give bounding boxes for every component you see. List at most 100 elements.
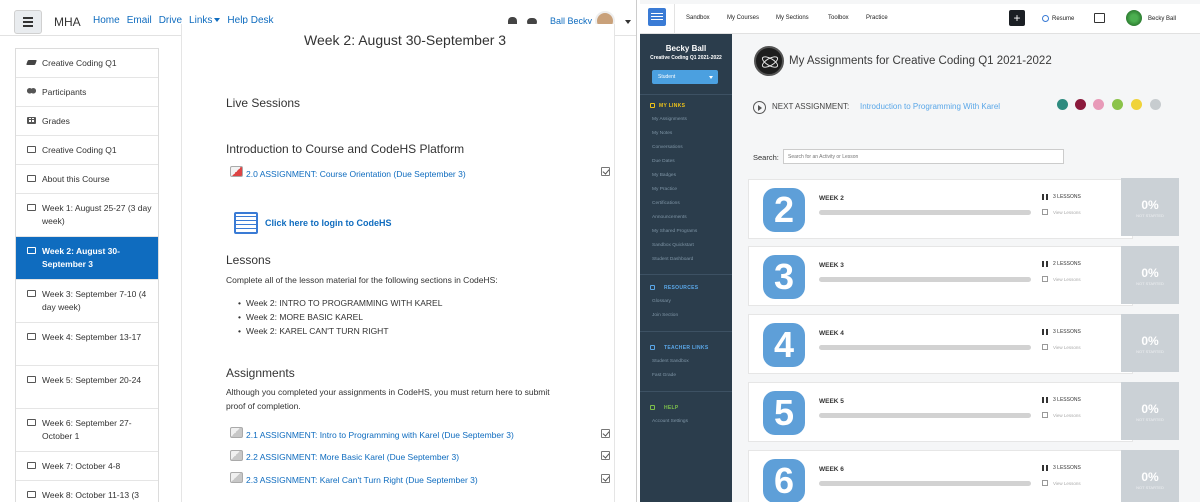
create-button[interactable]: + — [1009, 10, 1025, 26]
sidebar-item-participants[interactable]: Participants — [16, 78, 158, 107]
nav-drive[interactable]: Drive — [159, 15, 182, 26]
assignments-text: proof of completion. — [226, 401, 301, 411]
sidebar-item-label: Week 3: September 7-10 (4 day week) — [42, 289, 147, 312]
divider — [640, 274, 732, 275]
codehs-topbar: Sandbox My Courses My Sections Toolbox P… — [640, 4, 1200, 34]
theme-color-dot[interactable] — [1093, 99, 1104, 110]
lesson-count: 3 LESSONS — [1053, 194, 1081, 200]
sidebar-item-student-sandbox[interactable]: Student Sandbox — [652, 359, 689, 364]
role-select[interactable]: Student — [652, 70, 718, 84]
theme-color-dot[interactable] — [1075, 99, 1086, 110]
course-content: Week 2: August 30-September 3 Live Sessi… — [181, 24, 615, 502]
nav-email[interactable]: Email — [127, 15, 152, 26]
site-brand[interactable]: MHA — [54, 15, 81, 29]
sidebar-item-announcements[interactable]: Announcements — [652, 215, 687, 220]
sidebar-item-section[interactable]: Week 4: September 13-17 — [16, 323, 158, 366]
sidebar-item-grades[interactable]: Grades — [16, 107, 158, 136]
page-title: Week 2: August 30-September 3 — [304, 32, 507, 48]
sidebar-item-section[interactable]: Week 3: September 7-10 (4 day week) — [16, 280, 158, 323]
assignment-link[interactable]: 2.2 ASSIGNMENT: More Basic Karel (Due Se… — [246, 452, 459, 462]
sidebar-item-my-badges[interactable]: My Badges — [652, 173, 676, 178]
nav-sandbox[interactable]: Sandbox — [686, 15, 710, 21]
view-lessons-link[interactable]: View Lessons — [1053, 413, 1081, 418]
list-item: Week 2: INTRO TO PROGRAMMING WITH KAREL — [238, 296, 442, 310]
theme-color-dot[interactable] — [1112, 99, 1123, 110]
sidebar-item-section-active[interactable]: Week 2: August 30-September 3 — [16, 237, 158, 280]
progress-percent: 0% — [1141, 402, 1159, 416]
sidebar-item-section[interactable]: Week 8: October 11-13 (3 — [16, 481, 158, 502]
assignment-link[interactable]: 2.1 ASSIGNMENT: Intro to Programming wit… — [246, 430, 514, 440]
nav-toolbox[interactable]: Toolbox — [828, 15, 849, 21]
sidebar-item-section[interactable]: Week 6: September 27-October 1 — [16, 409, 158, 452]
unit-progress-box: 0% NOT STARTED — [1121, 382, 1179, 440]
sidebar-item-my-notes[interactable]: My Notes — [652, 131, 672, 136]
sidebar-item-my-assignments[interactable]: My Assignments — [652, 117, 687, 122]
theme-color-dot[interactable] — [1150, 99, 1161, 110]
progress-percent: 0% — [1141, 198, 1159, 212]
view-lessons-link[interactable]: View Lessons — [1053, 345, 1081, 350]
orientation-assignment-link[interactable]: 2.0 ASSIGNMENT: Course Orientation (Due … — [246, 169, 466, 179]
view-lessons-link[interactable]: View Lessons — [1053, 210, 1081, 215]
completion-checkbox[interactable] — [601, 167, 610, 176]
sidebar-item-account-settings[interactable]: Account Settings — [652, 419, 688, 424]
sidebar-item-course[interactable]: Creative Coding Q1 — [16, 49, 158, 78]
play-icon — [1042, 15, 1049, 22]
sidebar-item-section[interactable]: Week 7: October 4-8 — [16, 452, 158, 481]
sidebar-item-my-practice[interactable]: My Practice — [652, 187, 677, 192]
completion-checkbox[interactable] — [601, 429, 610, 438]
completion-checkbox[interactable] — [601, 451, 610, 460]
sidebar-item-sandbox-quickstart[interactable]: Sandbox Quickstart — [652, 243, 694, 248]
sidebar-item-section[interactable]: Week 1: August 25-27 (3 day week) — [16, 194, 158, 237]
codehs-login-link[interactable]: Click here to login to CodeHS — [265, 218, 392, 228]
unit-card[interactable]: 3 WEEK 3 2 LESSONS View Lessons — [748, 246, 1133, 306]
codehs-logo-icon[interactable] — [648, 8, 666, 26]
sidebar-item-section[interactable]: Creative Coding Q1 — [16, 136, 158, 165]
unit-title: WEEK 5 — [819, 398, 844, 405]
assignments-text: Although you completed your assignments … — [226, 387, 550, 397]
chevron-down-icon[interactable] — [625, 20, 631, 24]
sidebar-item-due-dates[interactable]: Due Dates — [652, 159, 675, 164]
menu-toggle-button[interactable] — [14, 10, 42, 34]
theme-color-dot[interactable] — [1131, 99, 1142, 110]
codehs-logo-icon[interactable] — [234, 212, 258, 234]
unit-progress-box: 0% NOT STARTED — [1121, 246, 1179, 304]
sidebar-item-shared-programs[interactable]: My Shared Programs — [652, 229, 697, 234]
play-circle-icon[interactable] — [753, 101, 766, 114]
list-item: Week 2: KAREL CAN'T TURN RIGHT — [238, 324, 442, 338]
progress-bar — [819, 413, 1031, 418]
help-icon — [650, 405, 655, 410]
nav-my-sections[interactable]: My Sections — [776, 15, 809, 21]
nav-practice[interactable]: Practice — [866, 15, 888, 21]
view-lessons-link[interactable]: View Lessons — [1053, 277, 1081, 282]
sidebar-item-section[interactable]: About this Course — [16, 165, 158, 194]
unit-card[interactable]: 2 WEEK 2 3 LESSONS View Lessons — [748, 179, 1133, 239]
view-lessons-link[interactable]: View Lessons — [1053, 481, 1081, 486]
calendar-icon[interactable] — [1094, 13, 1105, 23]
avatar[interactable] — [1126, 10, 1142, 26]
next-assignment-link[interactable]: Introduction to Programming With Karel — [860, 102, 1000, 111]
assignment-link[interactable]: 2.3 ASSIGNMENT: Karel Can't Turn Right (… — [246, 475, 478, 485]
user-menu-name[interactable]: Becky Ball — [1148, 16, 1176, 22]
unit-card[interactable]: 4 WEEK 4 3 LESSONS View Lessons — [748, 314, 1133, 374]
unit-card[interactable]: 5 WEEK 5 3 LESSONS View Lessons — [748, 382, 1133, 442]
theme-color-dot[interactable] — [1057, 99, 1068, 110]
sidebar-item-certifications[interactable]: Certifications — [652, 201, 680, 206]
resume-button[interactable]: Resume — [1052, 16, 1074, 22]
search-input[interactable] — [783, 149, 1064, 164]
sidebar-item-student-dashboard[interactable]: Student Dashboard — [652, 257, 693, 262]
sidebar-item-glossary[interactable]: Glossary — [652, 299, 671, 304]
nav-my-courses[interactable]: My Courses — [727, 15, 759, 21]
sidebar-item-conversations[interactable]: Conversations — [652, 145, 683, 150]
nav-home[interactable]: Home — [93, 15, 120, 26]
hamburger-icon-line — [23, 25, 33, 27]
my-links-heading: MY LINKS — [659, 103, 686, 109]
sidebar-item-fast-grade[interactable]: Fast Grade — [652, 373, 676, 378]
assignment-icon — [230, 472, 243, 483]
assignment-icon — [230, 166, 243, 177]
hamburger-icon-line — [23, 21, 33, 23]
sidebar-item-section[interactable]: Week 5: September 20-24 — [16, 366, 158, 409]
unit-card[interactable]: 6 WEEK 6 3 LESSONS View Lessons — [748, 450, 1133, 502]
lesson-count: 3 LESSONS — [1053, 465, 1081, 471]
sidebar-item-join-section[interactable]: Join Section — [652, 313, 678, 318]
completion-checkbox[interactable] — [601, 474, 610, 483]
